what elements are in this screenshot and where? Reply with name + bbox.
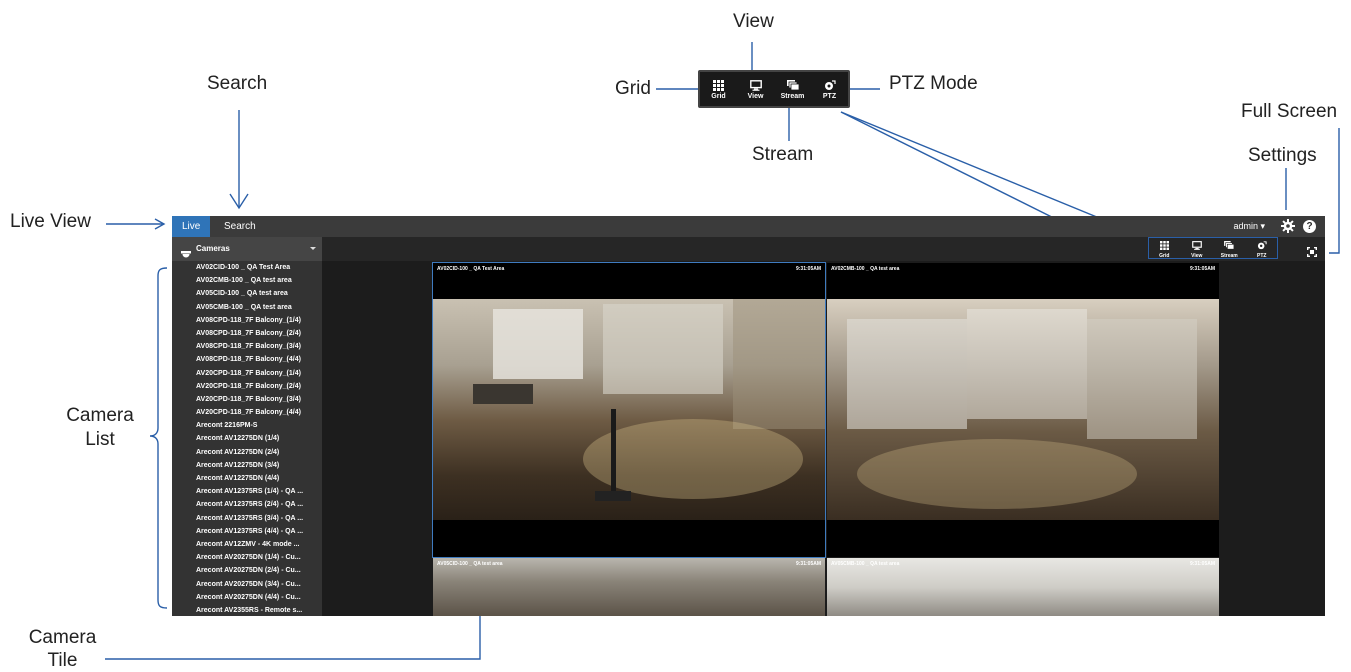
camera-list-item[interactable]: Arecont AV20275DN (4/4) - Cu... [172,591,322,604]
camera-list-item[interactable]: Arecont AV12275DN (3/4) [172,459,322,472]
camera-grid: AV02CID-100 _ QA Test Area 9:31:05AM AV0… [322,261,1325,616]
tab-search[interactable]: Search [214,216,266,237]
tile-title-bar: AV02CID-100 _ QA Test Area 9:31:05AM [433,263,825,275]
user-menu[interactable]: admin ▾ [1233,216,1265,237]
camera-list-item[interactable]: AV02CMB-100 _ QA test area [172,274,322,287]
tile-title-bar: AV05CMB-100 _ QA test area 9:31:05AM [827,558,1219,570]
callout-camera-list: Camera List [55,404,145,452]
callout-grid: Grid [615,78,651,99]
camera-list-item[interactable]: Arecont AV12375RS (1/4) - QA ... [172,485,322,498]
fullscreen-icon[interactable] [1307,244,1317,262]
view-label: View [747,92,764,100]
tile-timestamp: 9:31:05AM [1189,561,1215,567]
cameras-dropdown[interactable]: Cameras [172,237,322,261]
callout-camera-list-line2: List [85,429,115,450]
stream-label: Stream [780,92,805,100]
grid-icon [713,79,724,92]
camera-tile[interactable]: AV02CMB-100 _ QA test area 9:31:05AM [827,263,1219,557]
tile-timestamp: 9:31:05AM [795,561,821,567]
chevron-down-icon [310,247,316,250]
camera-list-item[interactable]: AV20CPD-118_7F Balcony_(1/4) [172,367,322,380]
video-feed [433,299,825,520]
camera-list-item[interactable]: Arecont AV12375RS (2/4) - QA ... [172,498,322,511]
camera-list-item[interactable]: AV08CPD-118_7F Balcony_(1/4) [172,314,322,327]
cameras-header-label: Cameras [196,244,230,253]
camera-list-item[interactable]: Arecont AV12ZMV - 4K mode ... [172,538,322,551]
camera-list-item[interactable]: Arecont AV20275DN (3/4) - Cu... [172,578,322,591]
camera-list-item[interactable]: AV20CPD-118_7F Balcony_(4/4) [172,406,322,419]
ptz-label: PTZ [822,92,837,100]
callout-camera-tile: Camera Tile [20,626,105,672]
camera-list-item[interactable]: Arecont AV12275DN (4/4) [172,472,322,485]
stream-button-callout[interactable]: Stream [777,79,809,100]
help-icon[interactable]: ? [1303,220,1316,233]
camera-tile[interactable]: AV05CMB-100 _ QA test area 9:31:05AM [827,558,1219,616]
gear-icon[interactable] [1281,219,1295,238]
camera-list-item[interactable]: AV05CMB-100 _ QA test area [172,301,322,314]
callout-camera-list-line1: Camera [66,405,134,426]
view-button-callout[interactable]: View [740,79,772,100]
callout-full-screen: Full Screen [1241,101,1338,122]
video-feed [827,299,1219,520]
camera-list-item[interactable]: AV02CID-100 _ QA Test Area [172,261,322,274]
camera-list-item[interactable]: Arecont AV20275DN (2/4) - Cu... [172,564,322,577]
tile-camera-name: AV02CMB-100 _ QA test area [831,266,900,272]
toolbar-callout: Grid View Stream PTZ [698,70,850,108]
tab-live[interactable]: Live [172,216,211,237]
tile-timestamp: 9:31:05AM [1189,266,1215,272]
ptz-button-callout[interactable]: PTZ [814,79,846,100]
sub-toolbar: Cameras Grid View Stream PTZ [172,237,1325,261]
camera-list-item[interactable]: AV08CPD-118_7F Balcony_(3/4) [172,340,322,353]
callout-stream: Stream [752,144,814,165]
callout-settings: Settings [1248,145,1317,166]
camera-list-item[interactable]: Arecont AV2355RS - Remote s... [172,604,322,616]
camera-list-item[interactable]: Arecont AV20275DN (1/4) - Cu... [172,551,322,564]
tile-camera-name: AV02CID-100 _ QA Test Area [437,266,505,272]
callout-search: Search [207,73,268,94]
toolbar-highlight [1148,237,1278,259]
camera-list-item[interactable]: Arecont AV12375RS (4/4) - QA ... [172,525,322,538]
camera-list-item[interactable]: AV20CPD-118_7F Balcony_(3/4) [172,393,322,406]
camera-tile[interactable]: AV05CID-100 _ QA test area 9:31:05AM [433,558,825,616]
camera-list-item[interactable]: AV08CPD-118_7F Balcony_(2/4) [172,327,322,340]
stream-icon [786,79,799,92]
grid-label: Grid [711,92,726,100]
callout-camera-tile-line1: Camera [28,627,97,648]
camera-list-item[interactable]: AV08CPD-118_7F Balcony_(4/4) [172,353,322,366]
ptz-camera-icon [824,79,836,92]
tile-title-bar: AV02CMB-100 _ QA test area 9:31:05AM [827,263,1219,275]
camera-list-item[interactable]: Arecont 2216PM-S [172,419,322,432]
tile-timestamp: 9:31:05AM [795,266,821,272]
camera-list-item[interactable]: AV05CID-100 _ QA test area [172,287,322,300]
tile-camera-name: AV05CID-100 _ QA test area [437,561,503,567]
tile-title-bar: AV05CID-100 _ QA test area 9:31:05AM [433,558,825,570]
app-window: Live Search admin ▾ ? Cameras Grid View … [172,216,1325,616]
grid-button-callout[interactable]: Grid [703,79,735,100]
camera-tile[interactable]: AV02CID-100 _ QA Test Area 9:31:05AM [432,262,826,558]
monitor-icon [749,79,762,92]
camera-list-item[interactable]: Arecont AV12375RS (3/4) - QA ... [172,512,322,525]
camera-list: AV02CID-100 _ QA Test Area AV02CMB-100 _ … [172,261,322,616]
tile-camera-name: AV05CMB-100 _ QA test area [831,561,900,567]
camera-list-item[interactable]: Arecont AV12275DN (1/4) [172,432,322,445]
top-nav-bar: Live Search admin ▾ ? [172,216,1325,237]
callout-live-view: Live View [10,211,91,232]
camera-list-item[interactable]: AV20CPD-118_7F Balcony_(2/4) [172,380,322,393]
callout-view: View [733,11,774,32]
camera-list-item[interactable]: Arecont AV12275DN (2/4) [172,446,322,459]
callout-ptz-mode: PTZ Mode [889,73,978,94]
